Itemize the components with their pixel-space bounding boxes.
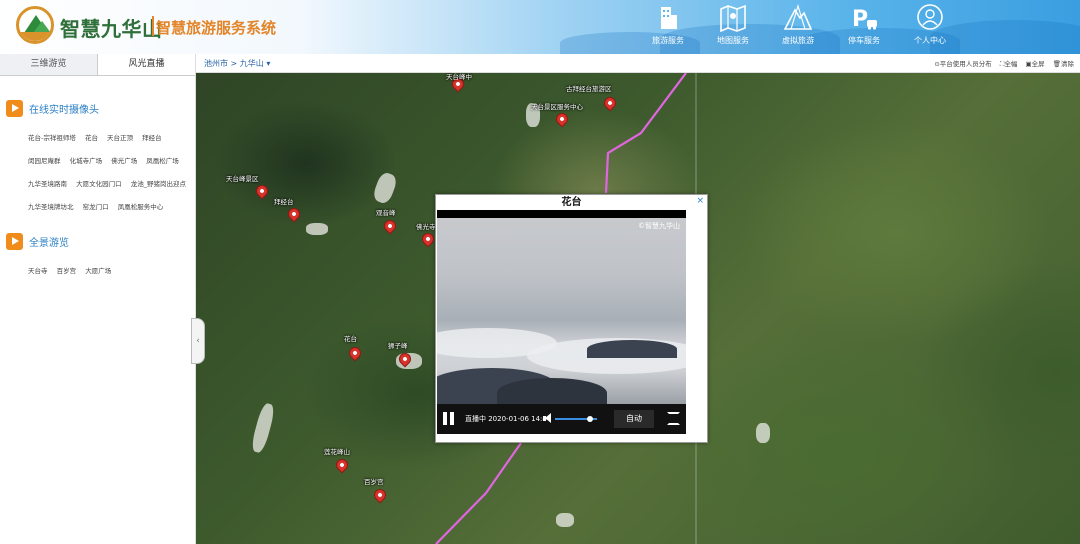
camera-link[interactable]: 九华圣境路南: [28, 178, 67, 188]
marker-label: 观音峰: [376, 209, 396, 217]
panorama-link[interactable]: 天台寺: [28, 265, 48, 275]
building-icon: [661, 7, 677, 29]
section-title: 在线实时摄像头: [29, 104, 99, 116]
video-watermark: ©智慧九华山: [638, 222, 680, 230]
camera-link[interactable]: 佛光广场: [111, 155, 137, 165]
user-icon: [917, 4, 943, 30]
region-breadcrumb[interactable]: 池州市 > 九华山 ▾: [204, 58, 270, 69]
nav-virtual-tour[interactable]: 虚拟旅游: [768, 2, 828, 50]
marker-label: 百岁宫: [364, 478, 384, 486]
camera-link[interactable]: 凤凰松服务中心: [118, 201, 164, 211]
video-player[interactable]: ©智慧九华山 直播中 2020-01-06 14:44 自动: [437, 210, 686, 434]
top-header: 智慧九华山 智慧旅游服务系统 旅游服务 地图服务 虚拟旅游 P 停车服务 个人中…: [0, 0, 1080, 54]
nav-label: 虚拟旅游: [782, 36, 814, 45]
panorama-link[interactable]: 百岁宫: [57, 265, 77, 275]
app-title: 智慧九华山: [60, 17, 163, 41]
popup-title: 花台: [561, 197, 582, 208]
svg-text:P: P: [852, 7, 868, 32]
fullscreen-icon[interactable]: [667, 412, 680, 425]
camera-list: 花台-宗祥祖师塔 花台 天台正顶 拜经台 闵园尼庵群 化城寺广场 佛光广场 凤凰…: [0, 118, 196, 217]
volume-icon[interactable]: [543, 413, 553, 423]
camera-link[interactable]: 大愿文化园门口: [76, 178, 122, 188]
marker-label: 狮子峰: [388, 342, 408, 350]
sidebar-collapse-handle[interactable]: ‹: [191, 318, 205, 364]
app-window: 智慧九华山 智慧旅游服务系统 旅游服务 地图服务 虚拟旅游 P 停车服务 个人中…: [0, 0, 1080, 544]
pause-icon[interactable]: [443, 412, 455, 425]
quality-select[interactable]: 自动: [614, 410, 654, 428]
nav-map-service[interactable]: 地图服务: [703, 2, 763, 50]
camera-link[interactable]: 花台: [85, 132, 98, 142]
app-subtitle: 智慧旅游服务系统: [156, 19, 277, 37]
nav-label: 停车服务: [848, 36, 880, 45]
marker-label: 天台峰景区: [226, 175, 259, 183]
video-frame: ©智慧九华山: [437, 218, 686, 404]
section-title: 全景游览: [29, 237, 69, 249]
marker-label: 古拜经台旅游区: [566, 85, 612, 93]
full-extent-tool[interactable]: ⛶全幅: [1000, 60, 1018, 68]
map-toolbar: 池州市 > 九华山 ▾ ⊙平台使用人员分布 ⛶全幅 ▣全屏 🗑清除: [196, 54, 1080, 73]
clear-tool[interactable]: 🗑清除: [1053, 60, 1074, 68]
nav-tourism-service[interactable]: 旅游服务: [638, 2, 698, 50]
nav-label: 旅游服务: [652, 36, 684, 45]
sidebar: 三维游览 风光直播 在线实时摄像头 花台-宗祥祖师塔 花台 天台正顶 拜经台 闵…: [0, 54, 196, 544]
video-camera-icon: [6, 232, 23, 250]
camera-link[interactable]: 闵园尼庵群: [28, 155, 61, 165]
camera-link[interactable]: 九华圣境牌坊北: [28, 201, 74, 211]
marker-label: 花台: [344, 335, 357, 343]
title-divider: [152, 16, 154, 36]
nav-parking-service[interactable]: P 停车服务: [834, 2, 894, 50]
panorama-list: 天台寺 百岁宫 大愿广场: [0, 251, 196, 281]
nav-label: 地图服务: [717, 36, 749, 45]
camera-link[interactable]: 化城寺广场: [70, 155, 103, 165]
fullscreen-tool[interactable]: ▣全屏: [1026, 60, 1045, 68]
close-icon[interactable]: ×: [696, 196, 704, 206]
sidebar-tabs: 三维游览 风光直播: [0, 54, 195, 76]
parking-icon: P: [852, 7, 877, 32]
tab-3d-tour[interactable]: 三维游览: [0, 54, 98, 75]
camera-link[interactable]: 龙池_野猪岗出迎点: [131, 178, 186, 188]
volume-knob[interactable]: [586, 416, 593, 422]
marker-label: 天台景区服务中心: [531, 103, 583, 111]
live-status: 直播中 2020-01-06 14:44: [465, 415, 552, 423]
camera-link[interactable]: 凤凰松广场: [146, 155, 179, 165]
marker-label: 天台峰中: [446, 73, 472, 81]
map-tools: ⊙平台使用人员分布 ⛶全幅 ▣全屏 🗑清除: [928, 58, 1074, 69]
marker-label: 拜经台: [274, 198, 294, 206]
camera-link[interactable]: 天台正顶: [107, 132, 133, 142]
video-camera-icon: [6, 99, 23, 117]
camera-link[interactable]: 窑龙门口: [83, 201, 109, 211]
mountain-ridge: [587, 340, 677, 358]
map-icon: [720, 4, 746, 32]
nav-user-center[interactable]: 个人中心: [900, 2, 960, 50]
camera-link[interactable]: 花台-宗祥祖师塔: [28, 132, 76, 142]
marker-label: 莲花峰山: [324, 448, 350, 456]
nav-label: 个人中心: [914, 36, 946, 45]
marker-label: 佛光寺: [416, 223, 436, 231]
user-distribution-tool[interactable]: ⊙平台使用人员分布: [934, 60, 991, 68]
live-video-popup: 花台 × ©智慧九华山 直播中 2020-01-06 14:44 自动: [435, 194, 708, 443]
mountain-icon: [783, 4, 813, 30]
panorama-link[interactable]: 大愿广场: [85, 265, 111, 275]
volume-slider[interactable]: [555, 416, 597, 422]
tab-live-scenery[interactable]: 风光直播: [98, 54, 195, 75]
section-panorama[interactable]: 全景游览: [6, 231, 195, 251]
section-live-cameras[interactable]: 在线实时摄像头: [6, 98, 195, 118]
mountain-ridge: [497, 378, 607, 404]
brand-logo: [16, 6, 54, 44]
camera-link[interactable]: 拜经台: [142, 132, 162, 142]
video-controls: 直播中 2020-01-06 14:44 自动: [437, 404, 686, 434]
